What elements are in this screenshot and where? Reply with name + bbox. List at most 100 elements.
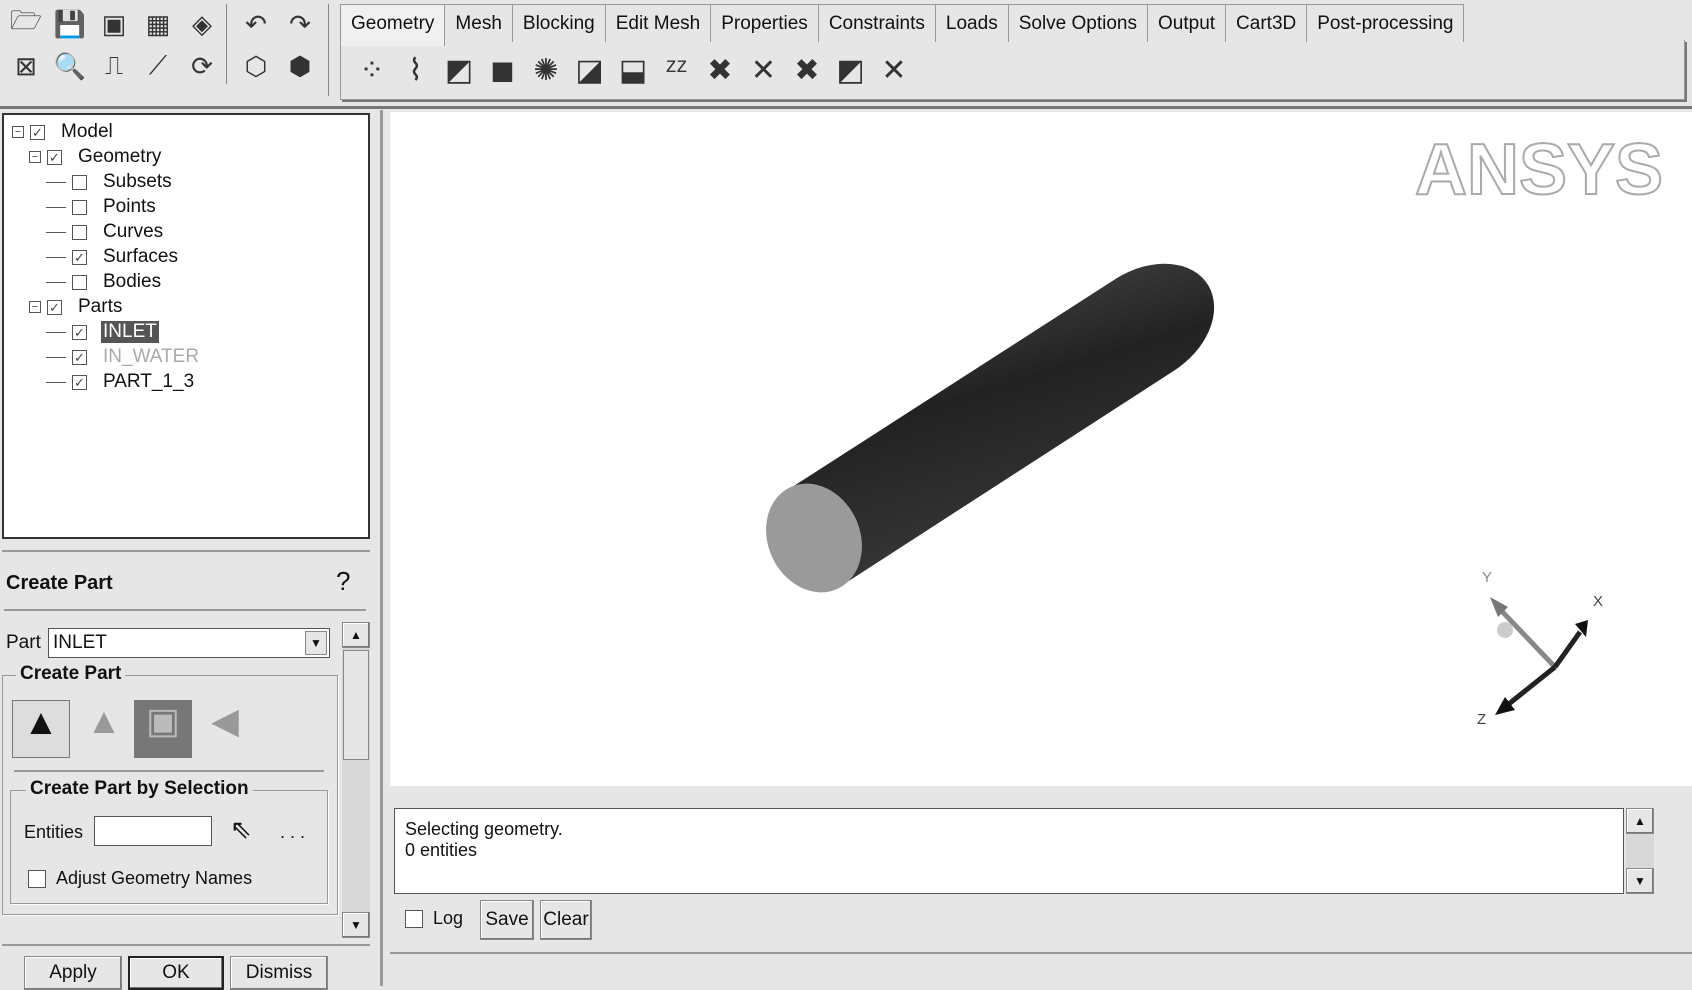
collapse-icon[interactable]: −: [29, 151, 41, 163]
visibility-checkbox[interactable]: [72, 224, 87, 240]
visibility-checkbox[interactable]: ✓: [47, 149, 62, 165]
tree-item[interactable]: ✓ IN_WATER: [46, 346, 201, 368]
repair-geometry-icon[interactable]: ✺: [527, 50, 565, 90]
create-surface-icon[interactable]: ◩: [440, 50, 478, 90]
visibility-checkbox[interactable]: [72, 199, 87, 215]
create-part-by-window-icon[interactable]: ▣: [134, 700, 192, 758]
entities-input[interactable]: [94, 816, 212, 846]
measure-icon[interactable]: ⎍: [96, 48, 132, 84]
visibility-checkbox[interactable]: ✓: [30, 124, 45, 140]
create-part-by-cursor-icon[interactable]: ◀: [196, 700, 254, 758]
delete-surface-icon[interactable]: ✖: [788, 50, 826, 90]
adjust-names-option[interactable]: Adjust Geometry Names: [28, 868, 252, 889]
tree-item[interactable]: − ✓ Model: [12, 121, 115, 143]
message-window[interactable]: Selecting geometry. 0 entities: [394, 808, 1624, 894]
visibility-checkbox[interactable]: [72, 174, 87, 190]
tree-item[interactable]: Curves: [46, 221, 165, 243]
scroll-down-button[interactable]: ▼: [342, 912, 370, 938]
tree-connector: [46, 256, 66, 258]
transform-geometry-icon[interactable]: ◪: [571, 50, 609, 90]
tree-item[interactable]: − ✓ Parts: [29, 296, 124, 318]
apply-button[interactable]: Apply: [24, 956, 122, 990]
collapse-icon[interactable]: −: [29, 301, 41, 313]
splitter[interactable]: [380, 110, 383, 986]
open-icon[interactable]: 🗁: [8, 5, 44, 42]
adjust-names-checkbox[interactable]: [28, 869, 46, 888]
solid-icon[interactable]: ⬢: [282, 48, 318, 84]
tab-mesh[interactable]: Mesh: [445, 4, 513, 42]
scroll-up-button[interactable]: ▲: [1626, 808, 1654, 834]
redo-icon[interactable]: ↷: [282, 6, 318, 42]
tree-item[interactable]: ✓ PART_1_3: [46, 371, 196, 393]
cylinder-model[interactable]: [749, 263, 1215, 608]
scroll-up-button[interactable]: ▲: [342, 622, 370, 648]
log-option[interactable]: Log: [405, 908, 463, 929]
part-select[interactable]: INLET ▼: [48, 628, 330, 658]
tree-item[interactable]: − ✓ Geometry: [29, 146, 163, 168]
zzz-icon[interactable]: ᶻᶻ: [658, 50, 696, 90]
chevron-down-icon[interactable]: ▼: [305, 631, 327, 655]
create-point-icon[interactable]: ⁘: [353, 50, 391, 90]
tree-item[interactable]: ✓ Surfaces: [46, 246, 180, 268]
toolbar-divider: [226, 4, 227, 84]
save-project-icon[interactable]: ▦: [140, 6, 176, 42]
visibility-checkbox[interactable]: ✓: [47, 299, 62, 315]
visibility-checkbox[interactable]: ✓: [72, 249, 87, 265]
delete-curve-icon[interactable]: ✕: [745, 50, 783, 90]
dismiss-button[interactable]: Dismiss: [230, 956, 328, 990]
tab-properties[interactable]: Properties: [711, 4, 819, 42]
graphics-viewport[interactable]: ANSYS Y X Z: [390, 112, 1692, 786]
visibility-checkbox[interactable]: [72, 274, 87, 290]
save-icon[interactable]: 💾: [52, 6, 88, 42]
tree-item[interactable]: Subsets: [46, 171, 174, 193]
visibility-checkbox[interactable]: ✓: [72, 349, 87, 365]
scroll-down-button[interactable]: ▼: [1626, 868, 1654, 894]
tab-cart3d[interactable]: Cart3D: [1226, 4, 1308, 42]
tree-item[interactable]: Bodies: [46, 271, 163, 293]
fit-window-icon[interactable]: ⊠: [8, 48, 44, 84]
refresh-icon[interactable]: ⟳: [184, 48, 220, 84]
zoom-box-icon[interactable]: 🔍: [52, 48, 88, 84]
panel-scrollbar[interactable]: ▲ ▼: [342, 622, 370, 938]
log-checkbox[interactable]: [405, 909, 423, 928]
visibility-checkbox[interactable]: ✓: [72, 374, 87, 390]
save-as-icon[interactable]: ▣: [96, 6, 132, 42]
delete-body-icon[interactable]: ◩: [832, 50, 870, 90]
import-icon[interactable]: ◈: [184, 6, 220, 42]
tree-item-label: PART_1_3: [103, 371, 195, 392]
create-body-icon[interactable]: ◼: [484, 50, 522, 90]
tab-loads[interactable]: Loads: [935, 4, 1009, 42]
wireframe-icon[interactable]: ⬡: [238, 48, 274, 84]
create-part-by-selection-icon[interactable]: ▲: [12, 700, 70, 758]
create-part-by-bodies-icon[interactable]: ▲: [76, 700, 132, 758]
create-curve-icon[interactable]: ⌇: [397, 50, 435, 90]
clear-log-button[interactable]: Clear: [540, 900, 592, 940]
divider: [14, 770, 324, 772]
save-log-button[interactable]: Save: [480, 900, 534, 940]
collapse-icon[interactable]: −: [12, 126, 24, 138]
tab-solve-options[interactable]: Solve Options: [1008, 4, 1148, 42]
tab-output[interactable]: Output: [1148, 4, 1227, 42]
select-cursor-icon[interactable]: ⇖: [230, 814, 252, 845]
help-icon[interactable]: ?: [336, 566, 350, 597]
divider: [390, 952, 1692, 954]
more-options-button[interactable]: . . .: [280, 822, 305, 843]
visibility-checkbox[interactable]: ✓: [72, 324, 87, 340]
tab-post-processing[interactable]: Post-processing: [1307, 4, 1465, 42]
axis-y-label: Y: [1482, 569, 1492, 586]
tab-edit-mesh[interactable]: Edit Mesh: [605, 4, 712, 42]
ok-button[interactable]: OK: [128, 956, 224, 990]
tab-constraints[interactable]: Constraints: [818, 4, 936, 42]
undo-icon[interactable]: ↶: [238, 6, 274, 42]
tab-blocking[interactable]: Blocking: [512, 4, 606, 42]
surface-operations-icon[interactable]: ⬓: [614, 50, 652, 90]
tree-item[interactable]: ✓ INLET: [46, 321, 159, 343]
scroll-thumb[interactable]: [343, 650, 369, 760]
tree-item-label: Geometry: [78, 146, 162, 167]
coordinate-system-icon[interactable]: ⟋: [140, 48, 176, 84]
part-label: Part: [6, 632, 41, 653]
delete-any-icon[interactable]: ✕: [875, 50, 913, 90]
message-scrollbar[interactable]: ▲ ▼: [1626, 808, 1654, 894]
tree-item[interactable]: Points: [46, 196, 158, 218]
delete-point-icon[interactable]: ✖: [701, 50, 739, 90]
